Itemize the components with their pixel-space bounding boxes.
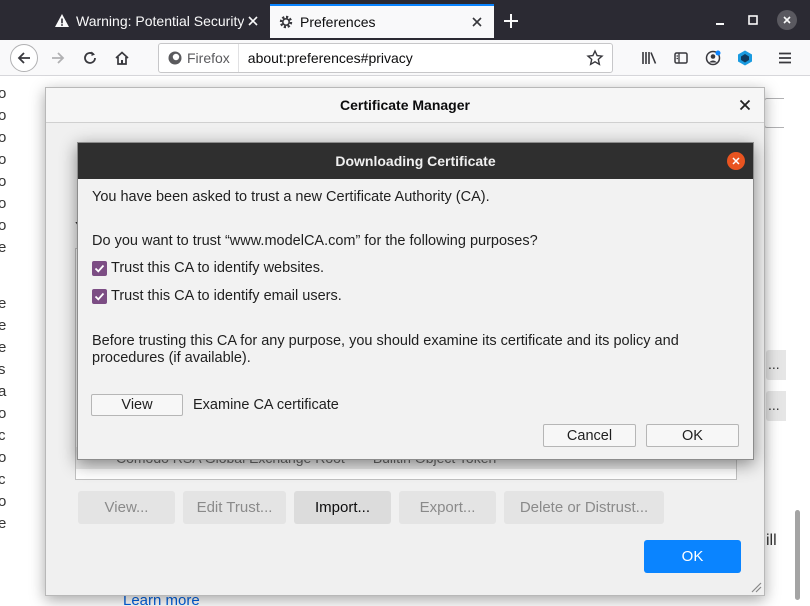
ok-button[interactable]: OK — [646, 424, 739, 447]
export-button[interactable]: Export... — [399, 491, 496, 524]
ok-button[interactable]: OK — [644, 540, 741, 573]
tab-title: Warning: Potential Security Risk Ahead — [76, 13, 244, 29]
warning-icon — [54, 13, 70, 29]
back-arrow-icon[interactable] — [10, 44, 38, 72]
preferences-search-field[interactable] — [764, 98, 784, 128]
close-icon[interactable] — [727, 152, 745, 170]
firefox-icon — [168, 51, 182, 65]
extension-icon[interactable] — [731, 44, 759, 72]
bookmark-star-icon[interactable] — [582, 45, 608, 71]
trust-question-text: Do you want to trust “www.modelCA.com” f… — [92, 233, 538, 249]
edit-trust-button[interactable]: Edit Trust... — [183, 491, 286, 524]
library-icon[interactable] — [636, 44, 664, 72]
view-button[interactable]: View... — [78, 491, 175, 524]
background-button[interactable]: ... — [766, 391, 786, 421]
checkbox-label: Trust this CA to identify email users. — [111, 288, 342, 304]
background-text: ill — [766, 532, 777, 549]
new-tab-icon[interactable] — [498, 8, 524, 34]
gear-icon — [278, 14, 294, 30]
view-certificate-button[interactable]: View — [91, 394, 183, 416]
account-icon[interactable] — [699, 44, 727, 72]
identity-label: Firefox — [187, 50, 230, 66]
url-text[interactable]: about:preferences#privacy — [239, 50, 582, 66]
site-identity-button[interactable]: Firefox — [159, 44, 239, 72]
trust-intro-text: You have been asked to trust a new Certi… — [92, 189, 490, 205]
tab-title: Preferences — [300, 14, 376, 30]
checkbox-checked-icon[interactable] — [92, 260, 107, 276]
background-button[interactable]: ... — [766, 350, 786, 380]
page-scrollbar[interactable] — [795, 510, 800, 600]
certificate-actions: View... Edit Trust... Import... Export..… — [78, 491, 664, 524]
examine-advice-text: Before trusting this CA for any purpose,… — [92, 333, 679, 366]
trust-websites-checkbox[interactable]: Trust this CA to identify websites. — [92, 260, 324, 276]
view-certificate-description: Examine CA certificate — [193, 397, 339, 413]
page-left-edge-text: ooo ooo oee ees aoc oco e — [0, 85, 7, 532]
resize-grip-icon[interactable] — [748, 579, 762, 593]
dialog-title-text: Certificate Manager — [340, 97, 470, 113]
close-tab-icon[interactable] — [468, 13, 486, 31]
dialog-title: Certificate Manager — [46, 88, 764, 123]
url-bar[interactable]: Firefox about:preferences#privacy — [158, 43, 613, 73]
trust-email-checkbox[interactable]: Trust this CA to identify email users. — [92, 288, 342, 304]
maximize-icon[interactable] — [743, 10, 763, 30]
tab-strip: Warning: Potential Security Risk Ahead P… — [0, 0, 810, 40]
cancel-button[interactable]: Cancel — [543, 424, 636, 447]
dialog-titlebar: Downloading Certificate — [78, 143, 753, 179]
sidebar-icon[interactable] — [667, 44, 695, 72]
minimize-icon[interactable] — [710, 10, 730, 30]
import-button[interactable]: Import... — [294, 491, 391, 524]
checkbox-checked-icon[interactable] — [92, 288, 107, 304]
downloading-certificate-dialog: Downloading Certificate You have been as… — [77, 142, 754, 460]
dialog-title-text: Downloading Certificate — [335, 153, 496, 169]
checkbox-label: Trust this CA to identify websites. — [111, 260, 325, 276]
reload-icon[interactable] — [76, 44, 104, 72]
home-icon[interactable] — [108, 44, 136, 72]
close-icon[interactable] — [736, 96, 754, 114]
hamburger-menu-icon[interactable] — [771, 44, 799, 72]
tab-preferences[interactable]: Preferences — [270, 4, 494, 38]
tab-security-warning[interactable]: Warning: Potential Security Risk Ahead — [46, 4, 270, 38]
delete-distrust-button[interactable]: Delete or Distrust... — [504, 491, 664, 524]
close-tab-icon[interactable] — [244, 12, 262, 30]
close-window-icon[interactable] — [777, 10, 797, 30]
navigation-toolbar: Firefox about:preferences#privacy — [0, 40, 810, 76]
forward-arrow-icon[interactable] — [44, 44, 72, 72]
